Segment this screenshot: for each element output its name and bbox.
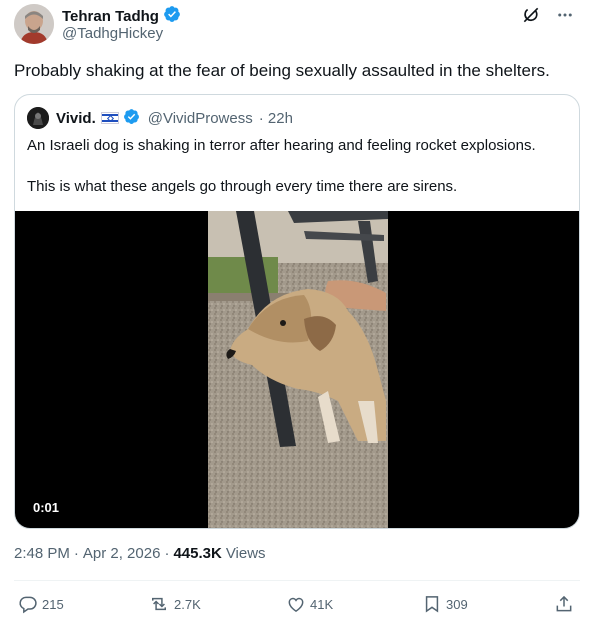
share-button[interactable] — [554, 594, 574, 614]
header-actions — [520, 4, 576, 26]
like-count: 41K — [310, 596, 334, 612]
verified-badge-icon — [163, 5, 181, 28]
share-icon — [554, 594, 574, 614]
video-frame — [208, 211, 388, 528]
quoted-tweet[interactable]: Vivid. @VividProwess · 22h An Israeli do… — [14, 94, 580, 529]
meta-separator: · — [164, 545, 170, 562]
grok-icon[interactable] — [520, 4, 542, 26]
reply-button[interactable]: 215 — [18, 594, 64, 614]
divider — [14, 580, 580, 581]
quoted-header: Vivid. @VividProwess · 22h — [27, 107, 293, 129]
repost-button[interactable]: 2.7K — [148, 594, 201, 614]
tweet-text: Probably shaking at the fear of being se… — [14, 61, 550, 80]
quoted-text-line2: This is what these angels go through eve… — [27, 178, 458, 195]
bookmark-icon — [422, 594, 442, 614]
video-player[interactable]: 0:01 — [15, 211, 579, 528]
like-icon — [286, 594, 306, 614]
quoted-text-line1: An Israeli dog is shaking in terror afte… — [27, 137, 536, 154]
repost-count: 2.7K — [174, 596, 201, 612]
views-count: 445.3K — [173, 545, 222, 562]
bookmark-count: 309 — [446, 596, 468, 612]
tweet-date[interactable]: Apr 2, 2026 — [83, 545, 161, 562]
like-button[interactable]: 41K — [286, 594, 333, 614]
quoted-avatar[interactable] — [27, 107, 49, 129]
video-time-badge: 0:01 — [33, 500, 60, 515]
tweet-header: Tehran Tadhg @TadhgHickey — [14, 2, 576, 46]
quoted-handle[interactable]: @VividProwess — [148, 110, 253, 127]
quoted-time[interactable]: · 22h — [259, 110, 293, 127]
more-icon[interactable] — [554, 4, 576, 26]
author-avatar[interactable] — [14, 4, 54, 44]
tweet-time[interactable]: 2:48 PM — [14, 545, 70, 562]
author-handle[interactable]: @TadhgHickey — [62, 25, 163, 42]
reply-count: 215 — [42, 596, 64, 612]
quoted-display-name[interactable]: Vivid. — [56, 110, 96, 127]
meta-separator: · — [73, 545, 79, 562]
bookmark-button[interactable]: 309 — [422, 594, 468, 614]
repost-icon — [148, 594, 170, 614]
israel-flag-icon — [100, 112, 119, 124]
views-label: Views — [225, 545, 266, 562]
reply-icon — [18, 594, 38, 614]
quoted-verified-badge-icon — [123, 108, 140, 129]
tweet-meta: 2:48 PM · Apr 2, 2026 · 445.3K Views — [14, 545, 266, 562]
action-bar: 215 2.7K 41K 309 — [18, 594, 578, 618]
author-display-name[interactable]: Tehran Tadhg — [62, 8, 159, 25]
